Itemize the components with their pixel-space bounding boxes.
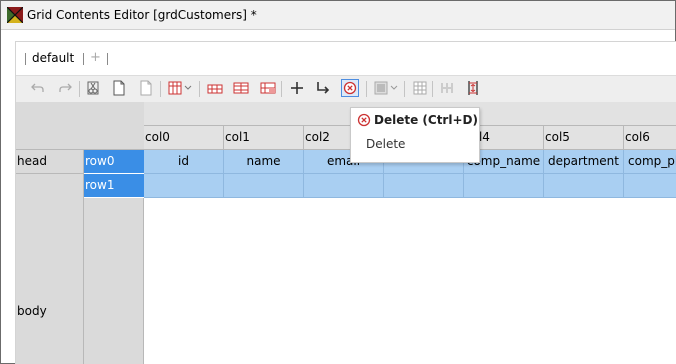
copy-icon[interactable] xyxy=(110,79,128,97)
grid-cell[interactable]: comp_phone xyxy=(624,150,676,174)
chevron-down-icon[interactable] xyxy=(389,79,399,97)
column-header[interactable]: col6 xyxy=(624,126,676,150)
tooltip-title: Delete (Ctrl+D) xyxy=(374,113,478,127)
resize-icon[interactable] xyxy=(464,79,482,97)
delete-icon[interactable] xyxy=(341,79,359,97)
add-tab-button[interactable]: + xyxy=(90,50,101,65)
row-header-filler xyxy=(84,198,144,364)
tooltip-description: Delete xyxy=(366,137,406,151)
tab-default[interactable]: default xyxy=(32,51,74,65)
table-icon[interactable] xyxy=(259,79,277,97)
grid-cell[interactable]: id xyxy=(144,150,224,174)
title-bar: Grid Contents Editor [grdCustomers] * xyxy=(1,1,675,30)
cut-icon[interactable] xyxy=(84,79,102,97)
row-header[interactable]: row0 xyxy=(84,150,144,174)
section-label-head: head xyxy=(16,150,84,174)
app-logo-icon xyxy=(7,7,23,23)
delete-icon xyxy=(357,113,371,127)
section-label-body: body xyxy=(16,174,84,364)
grid-cell[interactable] xyxy=(224,174,304,198)
grid-cell[interactable] xyxy=(384,174,464,198)
section-label-body-text: body xyxy=(17,304,47,318)
grid-corner xyxy=(16,102,144,150)
tab-divider xyxy=(83,53,84,65)
grid-icon[interactable] xyxy=(411,79,429,97)
editor-content: default + col0 col1 col2 col5 col6 head … xyxy=(15,41,676,364)
redo-icon[interactable] xyxy=(56,79,74,97)
grid-cell[interactable]: name xyxy=(224,150,304,174)
toolbar xyxy=(16,75,676,103)
toolbar-divider xyxy=(160,81,161,97)
tab-divider xyxy=(25,53,26,65)
toolbar-divider xyxy=(432,81,433,97)
indent-icon[interactable] xyxy=(314,79,332,97)
toolbar-divider xyxy=(281,81,282,97)
grid-cell[interactable]: department xyxy=(544,150,624,174)
column-header[interactable]: col0 xyxy=(144,126,224,150)
add-column-icon[interactable] xyxy=(206,79,224,97)
grid-cell[interactable] xyxy=(304,174,384,198)
toolbar-divider xyxy=(79,81,80,97)
split-icon[interactable] xyxy=(438,79,456,97)
column-header[interactable]: col5 xyxy=(544,126,624,150)
plus-icon[interactable] xyxy=(288,79,306,97)
add-row-icon[interactable] xyxy=(232,79,250,97)
grid-cell[interactable] xyxy=(464,174,544,198)
grid-contents-editor-window: Grid Contents Editor [grdCustomers] * de… xyxy=(0,0,676,364)
grid-cell[interactable] xyxy=(544,174,624,198)
window-title: Grid Contents Editor [grdCustomers] * xyxy=(27,8,257,22)
toolbar-divider xyxy=(199,81,200,97)
grid-cell[interactable] xyxy=(624,174,676,198)
grid-cell[interactable] xyxy=(144,174,224,198)
toolbar-divider xyxy=(404,81,405,97)
paste-icon[interactable] xyxy=(137,79,155,97)
row-header[interactable]: row1 xyxy=(84,174,144,198)
grid-editor: col0 col1 col2 col3 col4 col5 col6 head … xyxy=(16,102,676,364)
toolbar-divider xyxy=(366,81,367,97)
undo-icon[interactable] xyxy=(29,79,47,97)
tab-bar: default + xyxy=(16,42,676,74)
chevron-down-icon[interactable] xyxy=(183,79,193,97)
tab-divider xyxy=(107,53,108,65)
delete-tooltip: Delete (Ctrl+D) Delete xyxy=(350,107,480,163)
columns-icon[interactable] xyxy=(166,79,184,97)
column-header[interactable]: col1 xyxy=(224,126,304,150)
merge-icon[interactable] xyxy=(372,79,390,97)
